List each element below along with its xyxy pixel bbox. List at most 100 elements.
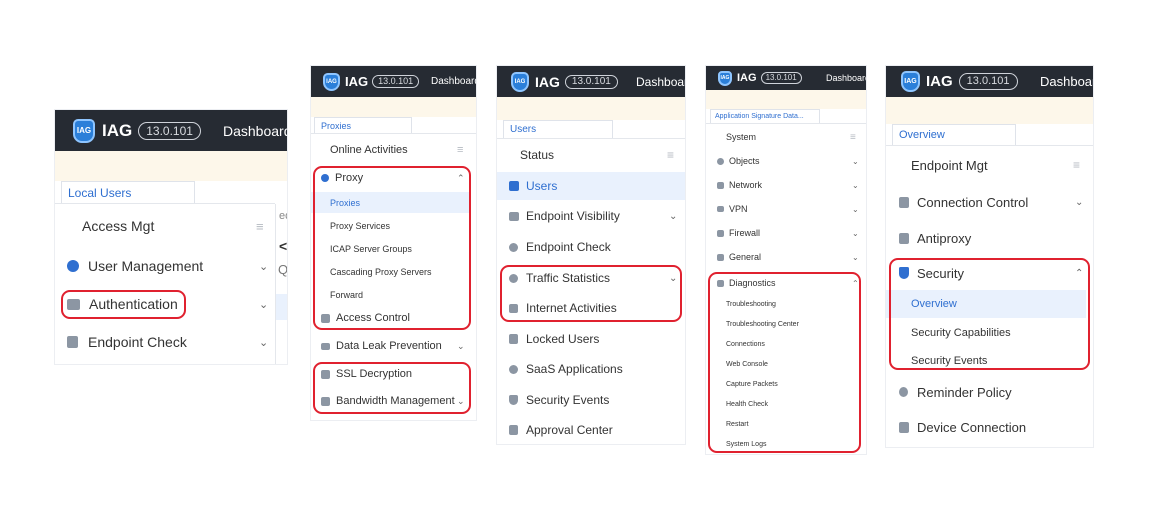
panel-users: IAG IAG 13.0.101 Dashboard Users Status … [497,66,685,444]
sidebar-item-internet-activities[interactable]: Internet Activities [497,295,685,321]
version-badge: 13.0.101 [958,73,1018,90]
sidebar-item-proxy[interactable]: Proxy ⌃ [311,167,476,189]
chevron-down-icon: ⌄ [852,156,859,166]
sidebar-item-access-mgt[interactable]: Access Mgt ≡ [55,210,275,242]
sidebar-item-authentication[interactable]: Authentication ⌄ [55,288,275,320]
item-label: Connections [726,340,765,348]
sidebar-item-firewall[interactable]: Firewall ⌄ [706,223,866,243]
item-label: Troubleshooting [726,300,776,308]
tab-proxies[interactable]: Proxies [314,117,412,133]
list-icon[interactable]: ≡ [850,132,856,143]
sidebar-item-approval-center[interactable]: Approval Center [497,417,685,443]
sidebar-item-bandwidth-management[interactable]: Bandwidth Management ⌄ [311,390,476,412]
sidebar-item-system[interactable]: System ≡ [706,127,866,147]
sidebar-item-endpoint-mgt[interactable]: Endpoint Mgt ≡ [886,151,1093,179]
item-label: Approval Center [526,423,613,437]
sidebar-item-antiproxy[interactable]: Antiproxy [886,224,1093,252]
tab-overview[interactable]: Overview [892,124,1016,145]
sidebar-item-user-management[interactable]: User Management ⌄ [55,250,275,282]
sidebar-subitem-security-capabilities[interactable]: Security Capabilities [886,319,1086,346]
sidebar-item-objects[interactable]: Objects ⌄ [706,151,866,171]
sidebar-subitem-proxies[interactable]: Proxies [311,192,469,213]
divider [706,123,866,124]
sidebar-item-status[interactable]: Status ≡ [497,142,685,168]
sidebar-item-endpoint-check[interactable]: Endpoint Check ⌄ [55,326,275,358]
dashboard-link[interactable]: Dashboard [826,66,866,90]
sidebar-subitem-troubleshooting[interactable]: Troubleshooting [706,295,858,313]
dashboard-link[interactable]: Dashboard [431,66,476,97]
id-card-icon [67,298,80,310]
sidebar-subitem-troubleshooting-center[interactable]: Troubleshooting Center [706,315,858,333]
sidebar-item-general[interactable]: General ⌄ [706,247,866,267]
sidebar-subitem-cascading-proxy-servers[interactable]: Cascading Proxy Servers [311,261,469,282]
sidebar-item-locked-users[interactable]: Locked Users [497,326,685,352]
sidebar-subitem-web-console[interactable]: Web Console [706,355,858,373]
tab-users[interactable]: Users [503,120,613,138]
activity-icon [509,303,518,313]
item-label: Connection Control [917,194,1029,210]
list-icon[interactable]: ≡ [1073,158,1080,172]
sidebar-item-users[interactable]: Users [497,172,685,200]
chevron-down-icon: ⌄ [669,272,678,284]
collapse-arrow-icon[interactable]: < [279,238,287,254]
divider [886,145,1093,146]
sidebar-item-ssl-decryption[interactable]: SSL Decryption [311,363,476,385]
item-label: Proxy [335,172,364,184]
sidebar-item-diagnostics[interactable]: Diagnostics ⌃ [706,273,866,293]
item-label: Locked Users [526,332,600,346]
item-label: Security [917,265,964,281]
sidebar-subitem-capture-packets[interactable]: Capture Packets [706,375,858,393]
dashboard-link[interactable]: Dashboard [223,110,287,151]
visibility-icon [509,211,519,221]
sidebar-item-saas-applications[interactable]: SaaS Applications [497,356,685,382]
chevron-up-icon: ⌃ [1075,267,1084,279]
general-icon [717,253,724,261]
sidebar-item-access-control[interactable]: Access Control [311,307,476,329]
sidebar-item-vpn[interactable]: VPN ⌄ [706,199,866,219]
sidebar-item-connection-control[interactable]: Connection Control ⌄ [886,188,1093,216]
sidebar-item-online-activities[interactable]: Online Activities ≡ [311,139,476,161]
item-label: Device Connection [917,419,1027,435]
search-icon[interactable]: Q [278,262,287,277]
sidebar-subitem-connections[interactable]: Connections [706,335,858,353]
sidebar-item-security-events[interactable]: Security Events [497,387,685,413]
firewall-icon [717,229,724,237]
tab-application-signature-data[interactable]: Application Signature Data... [710,109,820,123]
sidebar-subitem-system-logs[interactable]: System Logs [706,435,858,453]
chevron-down-icon: ⌄ [259,336,269,349]
security-shield-icon [899,267,909,279]
list-icon[interactable]: ≡ [667,148,674,162]
item-label: Endpoint Check [88,334,187,350]
sidebar-item-data-leak-prevention[interactable]: Data Leak Prevention ⌄ [311,335,476,357]
sidebar-subitem-icap-server-groups[interactable]: ICAP Server Groups [311,238,469,259]
sidebar-item-endpoint-check[interactable]: Endpoint Check [497,234,685,260]
item-label: Diagnostics [729,278,776,288]
brand-name: IAG [102,120,133,140]
tab-local-users[interactable]: Local Users [61,181,195,203]
device-connection-icon [899,421,909,433]
iag-logo-icon: IAG [323,72,340,91]
item-label: Firewall [729,228,761,238]
dashboard-link[interactable]: Dashboard [1040,66,1093,97]
approval-icon [509,425,518,435]
sidebar-subitem-restart[interactable]: Restart [706,415,858,433]
sidebar-item-traffic-statistics[interactable]: Traffic Statistics ⌄ [497,265,685,291]
sidebar-item-endpoint-visibility[interactable]: Endpoint Visibility ⌄ [497,203,685,229]
sidebar-subitem-security-events[interactable]: Security Events [886,347,1086,374]
list-icon[interactable]: ≡ [256,219,264,234]
ssl-icon [321,369,330,379]
item-label: Proxy Services [330,220,391,231]
item-label: Access Control [336,312,410,324]
sidebar-subitem-forward[interactable]: Forward [311,284,469,305]
sidebar-item-network[interactable]: Network ⌄ [706,175,866,195]
dashboard-link[interactable]: Dashboard [636,66,685,97]
sidebar-subitem-overview[interactable]: Overview [886,290,1086,318]
item-label: Forward [330,289,364,300]
sidebar-item-device-connection[interactable]: Device Connection [886,413,1093,441]
sidebar-item-security[interactable]: Security ⌃ [886,259,1093,287]
sidebar-subitem-health-check[interactable]: Health Check [706,395,858,413]
sidebar-subitem-proxy-services[interactable]: Proxy Services [311,215,469,236]
list-icon[interactable]: ≡ [457,144,463,156]
traffic-icon [509,273,518,283]
sidebar-item-reminder-policy[interactable]: Reminder Policy [886,378,1093,406]
